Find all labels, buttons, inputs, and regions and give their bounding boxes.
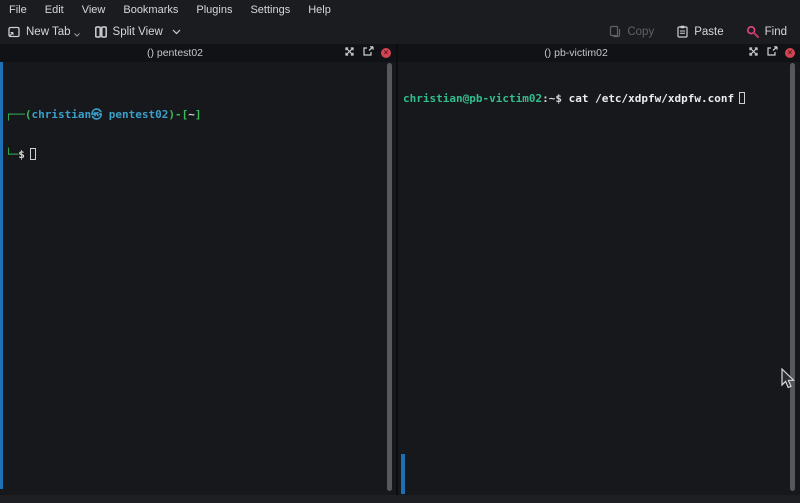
paste-button[interactable]: Paste bbox=[669, 22, 730, 41]
menu-edit[interactable]: Edit bbox=[45, 4, 64, 16]
copy-icon bbox=[609, 25, 622, 38]
right-terminal-pane[interactable]: christian@pb-victim02:~$ cat /etc/xdpfw/… bbox=[400, 62, 800, 495]
split-view-header-strip: () pentest02 × () pb-victim02 bbox=[0, 44, 800, 62]
right-pane-title: () pb-victim02 bbox=[398, 44, 754, 62]
copy-button[interactable]: Copy bbox=[602, 22, 661, 41]
terminal-area: ┌──(christian㉿ pentest02)-[~] └─$ christ… bbox=[0, 62, 800, 495]
left-terminal-prompt-line2: └─$ bbox=[5, 148, 386, 162]
menu-bookmarks[interactable]: Bookmarks bbox=[123, 4, 178, 16]
left-pane-close-button[interactable]: × bbox=[381, 48, 391, 58]
left-pane-focus-indicator bbox=[0, 62, 3, 489]
menu-bar: File Edit View Bookmarks Plugins Setting… bbox=[0, 0, 800, 19]
toolbar: New Tab Split View bbox=[0, 19, 800, 44]
right-terminal-prompt-line: christian@pb-victim02:~$ cat /etc/xdpfw/… bbox=[403, 92, 790, 106]
menu-plugins[interactable]: Plugins bbox=[196, 4, 232, 16]
right-pane-header[interactable]: () pb-victim02 × bbox=[398, 44, 800, 62]
left-pane-detach-icon[interactable] bbox=[362, 44, 374, 62]
menu-settings[interactable]: Settings bbox=[250, 4, 290, 16]
left-terminal-pane[interactable]: ┌──(christian㉿ pentest02)-[~] └─$ bbox=[0, 62, 398, 495]
left-pane-header[interactable]: () pentest02 × bbox=[0, 44, 398, 62]
copy-label: Copy bbox=[627, 26, 654, 38]
right-pane-maximize-icon[interactable] bbox=[748, 44, 759, 62]
left-terminal-prompt-line1: ┌──(christian㉿ pentest02)-[~] bbox=[5, 108, 386, 122]
left-terminal-cursor bbox=[30, 148, 36, 160]
konsole-window: File Edit View Bookmarks Plugins Setting… bbox=[0, 0, 800, 503]
split-view-chevron-icon[interactable] bbox=[172, 29, 181, 35]
left-pane-maximize-icon[interactable] bbox=[344, 44, 355, 62]
right-terminal-cursor bbox=[739, 92, 745, 104]
new-tab-icon bbox=[7, 25, 21, 39]
new-tab-button[interactable]: New Tab bbox=[0, 22, 87, 42]
new-tab-dropdown-icon[interactable] bbox=[74, 33, 80, 37]
menu-view[interactable]: View bbox=[82, 4, 106, 16]
right-pane-scrollbar[interactable] bbox=[790, 63, 795, 491]
paste-label: Paste bbox=[694, 26, 723, 38]
split-view-icon bbox=[94, 25, 108, 39]
find-label: Find bbox=[765, 26, 787, 38]
left-pane-scrollbar[interactable] bbox=[387, 63, 392, 491]
menu-help[interactable]: Help bbox=[308, 4, 331, 16]
paste-icon bbox=[676, 25, 689, 38]
right-pane-scroll-indicator bbox=[401, 454, 405, 494]
right-pane-detach-icon[interactable] bbox=[766, 44, 778, 62]
split-view-label: Split View bbox=[113, 26, 163, 38]
left-pane-title: () pentest02 bbox=[0, 44, 350, 62]
right-pane-close-button[interactable]: × bbox=[785, 48, 795, 58]
window-bottom-edge bbox=[0, 495, 800, 503]
split-view-button[interactable]: Split View bbox=[87, 22, 188, 42]
new-tab-label: New Tab bbox=[26, 26, 71, 38]
find-button[interactable]: Find bbox=[739, 22, 794, 42]
find-icon bbox=[746, 25, 760, 39]
menu-file[interactable]: File bbox=[9, 4, 27, 16]
